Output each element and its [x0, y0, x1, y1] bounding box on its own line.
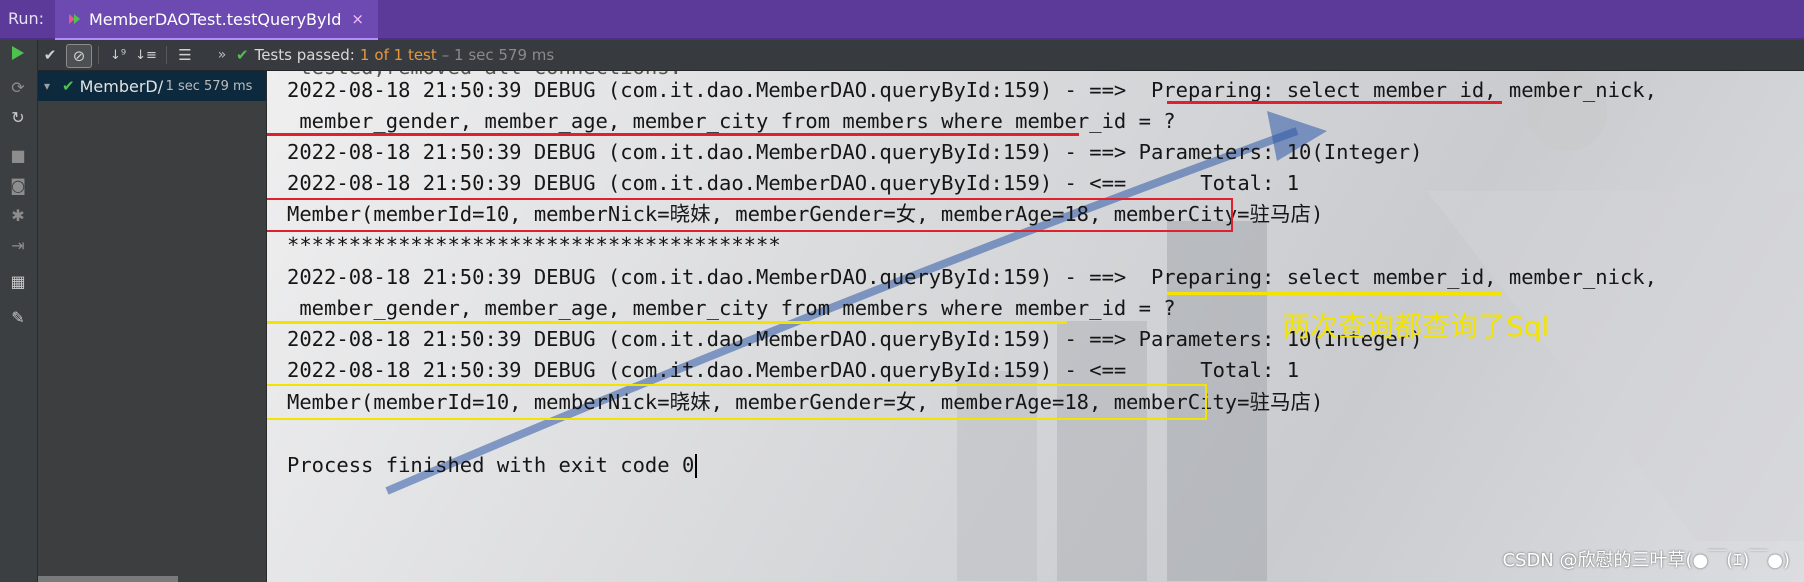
toolbar-separator — [166, 46, 167, 64]
toolbar-separator — [98, 46, 99, 64]
red-underline — [1167, 101, 1502, 104]
stop-icon[interactable]: ■ — [7, 144, 29, 166]
status-time: – 1 sec 579 ms — [441, 46, 555, 64]
console-line: 2022-08-18 21:50:39 DEBUG (com.it.dao.Me… — [287, 171, 1300, 195]
tab-label: MemberDAOTest.testQueryById — [89, 9, 342, 29]
console-line: **************************************** — [287, 233, 781, 257]
watermark: CSDN @欣慰的三叶草(●￣(ｴ)￣●) — [1502, 550, 1790, 571]
console-line: 2022-08-18 21:50:39 DEBUG (com.it.dao.Me… — [287, 327, 1423, 351]
run-label: Run: — [8, 9, 45, 28]
status-count: 1 — [359, 46, 370, 64]
test-runner-toolbar: ✔ ⊘ ↓⁹ ↓≡ ☰ » ✔ Tests passed: 1 of 1 tes… — [38, 40, 1804, 71]
tree-item-name: MemberD/ — [79, 76, 164, 96]
red-highlight-box — [267, 198, 1233, 232]
console-line: 2022-08-18 21:50:39 DEBUG (com.it.dao.Me… — [287, 78, 1657, 102]
console-line: 2022-08-18 21:50:39 DEBUG (com.it.dao.Me… — [287, 140, 1423, 164]
camera-icon[interactable]: ◙ — [7, 174, 29, 196]
show-ignored-icon[interactable]: ⊘ — [66, 44, 92, 68]
layout-icon[interactable]: ▦ — [7, 270, 29, 292]
console-output[interactable]: tested,removed all connections. 2022-08-… — [267, 71, 1804, 582]
console-line-exit: Process finished with exit code 0 — [287, 451, 698, 479]
red-underline — [267, 133, 1079, 136]
tab-memberdaotest[interactable]: MemberDAOTest.testQueryById × — [55, 0, 378, 41]
expand-all-icon[interactable]: ☰ — [173, 44, 197, 66]
test-tree: ▾ ✔ MemberD/ 1 sec 579 ms — [38, 71, 267, 582]
test-status: ✔ Tests passed: 1 of 1 test – 1 sec 579 … — [236, 46, 554, 64]
console-line: 2022-08-18 21:50:39 DEBUG (com.it.dao.Me… — [287, 358, 1300, 382]
tree-item-time: 1 sec 579 ms — [165, 78, 253, 94]
yellow-highlight-box — [267, 384, 1207, 420]
more-icon[interactable]: » — [210, 44, 234, 66]
text-cursor — [695, 454, 698, 478]
check-icon: ✔ — [236, 46, 249, 64]
rerun-failed-icon[interactable]: ⟳ — [7, 76, 29, 98]
sort-alpha-icon[interactable]: ↓⁹ — [106, 44, 130, 66]
test-run-icon — [65, 10, 83, 28]
tree-scrollbar[interactable] — [38, 576, 178, 582]
chevron-down-icon[interactable]: ▾ — [44, 79, 58, 93]
tree-item-memberdao[interactable]: ▾ ✔ MemberD/ 1 sec 579 ms — [38, 71, 266, 101]
run-tool-gutter: ⟳ ↻ ■ ◙ ✱ ⇥ ▦ ✎ — [0, 40, 38, 582]
pin-icon[interactable]: ✎ — [7, 306, 29, 328]
settings-icon[interactable]: ✱ — [7, 204, 29, 226]
console-line: member_gender, member_age, member_city f… — [287, 109, 1176, 133]
exit-message: Process finished with exit code 0 — [287, 453, 695, 477]
run-icon[interactable] — [7, 42, 29, 64]
toggle-auto-test-icon[interactable]: ↻ — [7, 106, 29, 128]
show-passed-icon[interactable]: ✔ — [38, 44, 62, 66]
console-line: 2022-08-18 21:50:39 DEBUG (com.it.dao.Me… — [287, 265, 1657, 289]
yellow-underline — [267, 321, 1067, 324]
check-icon: ✔ — [62, 77, 75, 95]
sort-duration-icon[interactable]: ↓≡ — [134, 44, 158, 66]
console-line: member_gender, member_age, member_city f… — [287, 296, 1176, 320]
annotation-text: 两次查询都查询了Sql — [1282, 310, 1550, 343]
yellow-underline — [1167, 292, 1502, 295]
status-prefix: Tests passed: — [254, 46, 355, 64]
status-total: of 1 test — [374, 46, 437, 64]
run-titlebar: Run: MemberDAOTest.testQueryById × — [0, 0, 1804, 41]
exit-icon[interactable]: ⇥ — [7, 234, 29, 256]
close-icon[interactable]: × — [351, 10, 364, 28]
